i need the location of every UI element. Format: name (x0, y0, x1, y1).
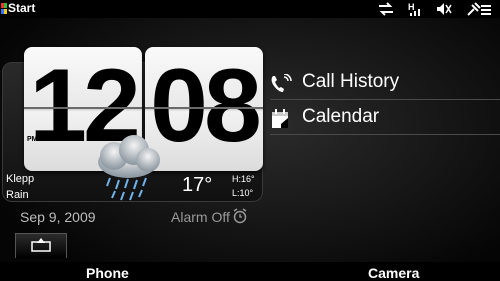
shortcut-label: Call History (302, 71, 400, 92)
weather-location: Klepp Rain (6, 171, 34, 203)
ampm-indicator: PM (27, 136, 38, 143)
signal-h-icon: H (408, 2, 420, 16)
battery-charging-icon (467, 2, 491, 16)
location-name: Klepp (6, 173, 35, 185)
status-icons[interactable]: H (378, 1, 492, 17)
home-screen: Start H 12 PM 08 Klepp Rain 17° H:16° L:… (0, 0, 500, 281)
sync-arrows-icon (379, 2, 393, 16)
windows-flag-icon (1, 3, 7, 14)
temp-low: L:10° (232, 188, 254, 198)
alarm-status[interactable]: Alarm Off (171, 209, 230, 225)
shortcut-call-history[interactable]: Call History (270, 67, 500, 100)
shortcut-label: Calendar (302, 106, 380, 127)
call-history-icon (271, 74, 292, 92)
temperature: 17° (182, 174, 213, 196)
start-button[interactable]: Start (8, 1, 35, 15)
rain-cloud-icon (98, 135, 160, 201)
temp-high: H:16° (232, 174, 255, 184)
volume-muted-icon (437, 3, 452, 15)
date-label[interactable]: Sep 9, 2009 (20, 209, 96, 225)
status-bar: Start H (0, 0, 500, 18)
softkey-phone[interactable]: Phone (86, 265, 129, 281)
softkey-camera[interactable]: Camera (368, 265, 419, 281)
high-low: H:16° L:10° (232, 172, 255, 200)
calendar-icon (272, 109, 288, 128)
softkey-bar: Phone Camera (0, 262, 500, 281)
svg-text:H: H (408, 2, 415, 12)
alarm-clock-icon (233, 208, 247, 224)
flip-divider (24, 107, 142, 109)
expand-arrow-icon (31, 238, 51, 252)
weather-condition: Rain (6, 189, 29, 201)
flip-divider (145, 107, 263, 109)
shortcut-calendar[interactable]: Calendar (270, 102, 500, 135)
expand-tab-button[interactable] (15, 233, 67, 258)
